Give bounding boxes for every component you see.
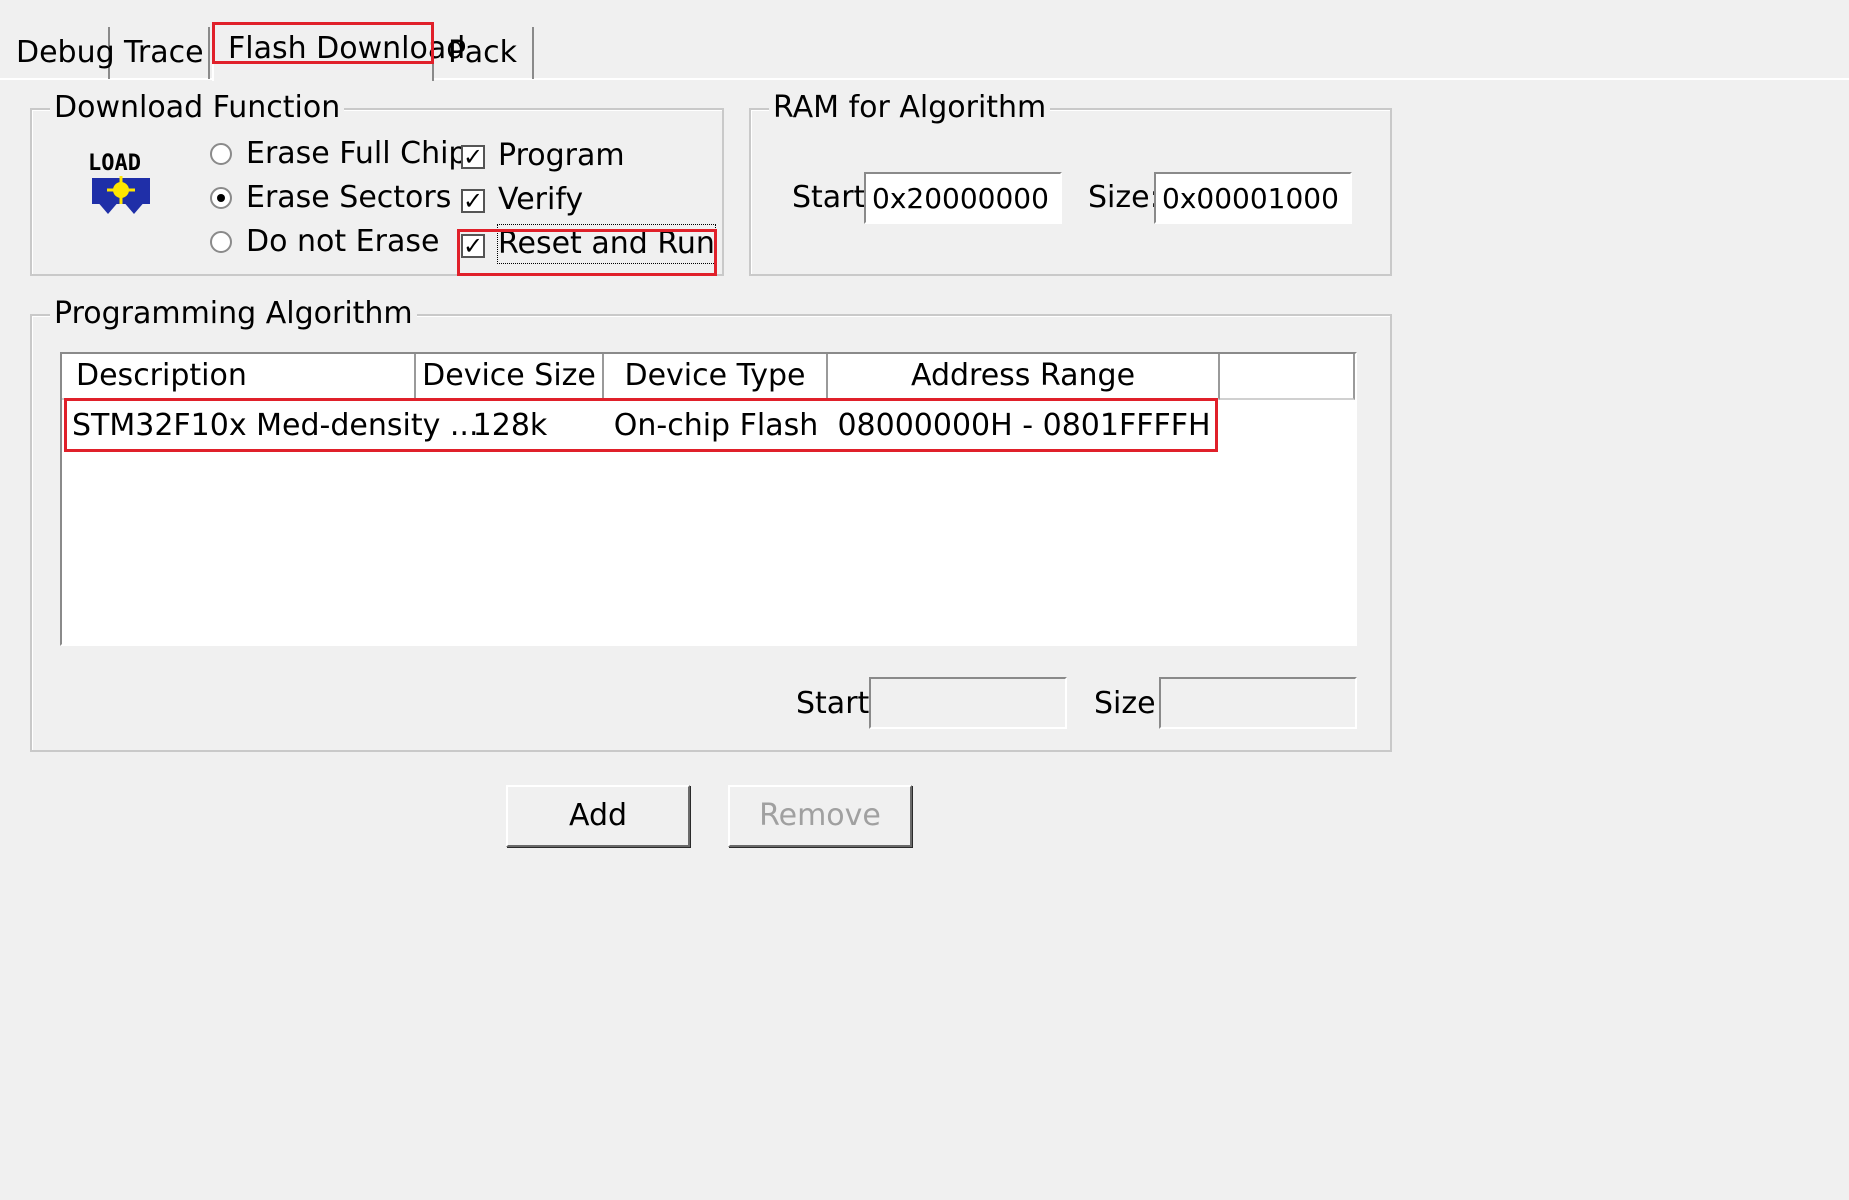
checkbox-program[interactable]: ✓ — [461, 145, 485, 169]
radio-erase-full-chip[interactable] — [210, 143, 232, 165]
cell-address-range: 08000000H - 0801FFFFH — [837, 408, 1211, 443]
program-label: Program — [498, 138, 625, 173]
checkbox-verify[interactable]: ✓ — [461, 189, 485, 213]
load-icon: LOAD — [88, 151, 150, 214]
cell-device-type: On-chip Flash — [613, 408, 819, 443]
algo-start-input[interactable] — [869, 677, 1067, 729]
download-function-title: Download Function — [50, 88, 345, 128]
column-header-address-range[interactable]: Address Range — [828, 354, 1220, 400]
svg-text:LOAD: LOAD — [88, 151, 141, 176]
programming-algorithm-title: Programming Algorithm — [50, 294, 417, 334]
column-header-device-type[interactable]: Device Type — [604, 354, 828, 400]
ram-start-label: Start: — [792, 180, 876, 215]
reset-and-run-label: Reset and Run — [497, 224, 716, 264]
column-header-device-size[interactable]: Device Size — [416, 354, 604, 400]
column-header-description[interactable]: Description — [62, 354, 416, 400]
algo-start-label: Start: — [796, 686, 880, 721]
tab-trace[interactable]: Trace — [112, 27, 210, 79]
algo-size-input[interactable] — [1159, 677, 1357, 729]
radio-erase-sectors[interactable] — [210, 187, 232, 209]
tab-flash-download[interactable]: Flash Download — [212, 23, 465, 81]
algo-size-label: Size: — [1094, 686, 1166, 721]
checkbox-reset-and-run[interactable]: ✓ — [461, 234, 485, 258]
tab-pack[interactable]: Pack — [436, 27, 534, 79]
algorithm-list[interactable]: Description Device Size Device Type Addr… — [60, 352, 1357, 646]
erase-full-chip-label: Erase Full Chip — [246, 136, 468, 171]
tab-debug[interactable]: Debug — [4, 27, 115, 79]
column-header-empty — [1220, 354, 1355, 400]
ram-start-input[interactable] — [864, 172, 1062, 224]
ram-size-input[interactable] — [1154, 172, 1352, 224]
remove-button[interactable]: Remove — [728, 785, 912, 847]
ram-size-label: Size: — [1088, 180, 1160, 215]
do-not-erase-label: Do not Erase — [246, 224, 440, 259]
add-button[interactable]: Add — [506, 785, 690, 847]
radio-do-not-erase[interactable] — [210, 231, 232, 253]
table-row[interactable]: STM32F10x Med-density ... 128k On-chip F… — [62, 402, 1355, 454]
erase-sectors-label: Erase Sectors — [246, 180, 452, 215]
cell-device-size: 128k — [472, 408, 548, 443]
ram-for-algorithm-title: RAM for Algorithm — [769, 88, 1051, 128]
verify-label: Verify — [498, 182, 584, 217]
